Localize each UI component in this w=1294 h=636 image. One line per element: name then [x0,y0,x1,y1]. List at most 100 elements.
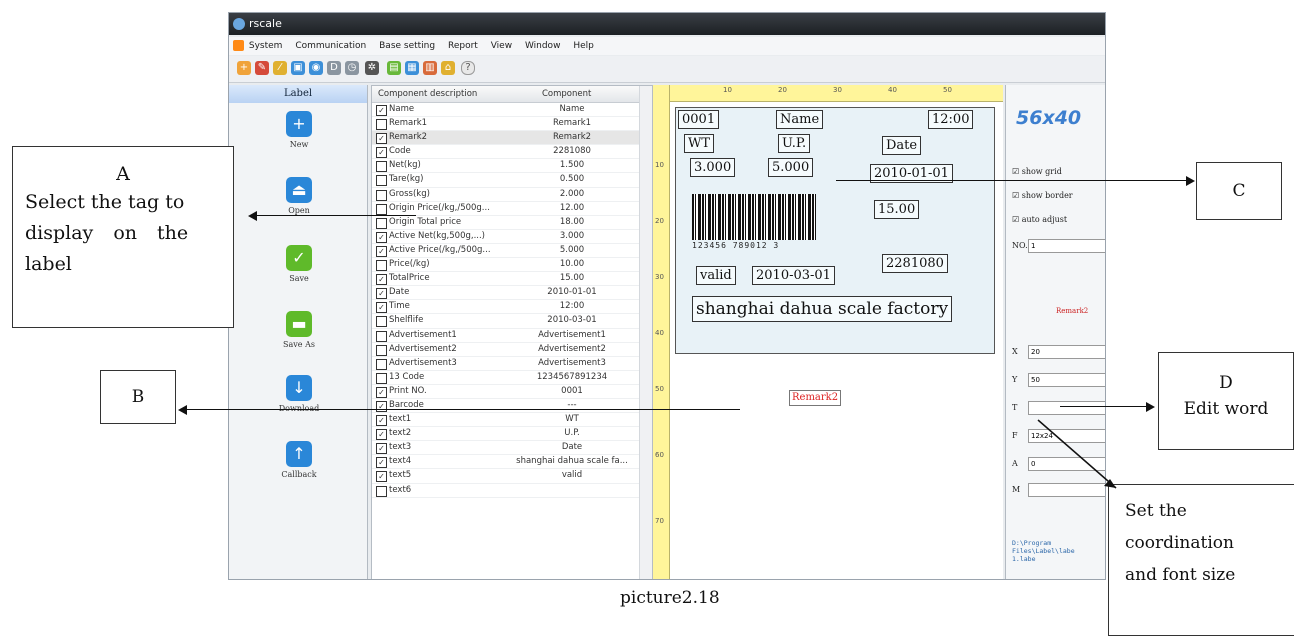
show-grid-checkbox[interactable]: ☑ show grid [1012,167,1062,176]
component-row[interactable]: ✓ Active Price(/kg,/500g... 5.000 [372,244,652,259]
component-row[interactable]: Origin Total price 18.00 [372,216,652,230]
label-print-no[interactable]: 0001 [678,110,720,129]
system-menu-icon[interactable] [233,40,244,51]
home-icon[interactable]: ⌂ [441,61,455,75]
save-as-button[interactable]: ▬ Save As [274,311,324,349]
menu-report[interactable]: Report [448,41,478,51]
component-row[interactable]: text6 [372,484,652,498]
label-name[interactable]: Name [776,110,824,129]
component-checkbox[interactable] [376,485,387,497]
component-checkbox[interactable]: ✓ [376,443,387,455]
menu-help[interactable]: Help [573,41,594,51]
component-row[interactable]: ✓ text5 valid [372,469,652,484]
label-time[interactable]: 12:00 [928,110,974,129]
component-checkbox[interactable] [376,358,387,370]
label-wt[interactable]: WT [684,134,715,153]
component-row[interactable]: ✓ Code 2281080 [372,145,652,160]
component-checkbox[interactable]: ✓ [376,105,387,116]
label-code[interactable]: 2281080 [882,254,948,273]
component-checkbox[interactable] [376,175,387,187]
component-checkbox[interactable] [376,260,387,272]
clock-icon[interactable]: ◷ [345,61,359,75]
label-valid[interactable]: valid [696,266,736,285]
label-total-price[interactable]: 15.00 [874,200,920,219]
component-row[interactable]: ✓ Barcode --- [372,399,652,414]
component-checkbox[interactable]: ✓ [376,245,387,257]
column-header-component[interactable]: Component [542,86,591,102]
document-icon[interactable]: D [327,61,341,75]
component-checkbox[interactable]: ✓ [376,400,387,412]
component-checkbox[interactable] [376,119,387,131]
component-row[interactable]: Origin Price(/kg,/500g... 12.00 [372,202,652,216]
component-checkbox[interactable]: ✓ [376,133,387,145]
component-checkbox[interactable]: ✓ [376,288,387,300]
component-checkbox[interactable]: ✓ [376,274,387,286]
component-checkbox[interactable] [376,344,387,356]
pen-icon[interactable]: ⁄ [273,61,287,75]
database-icon[interactable]: ◉ [309,61,323,75]
component-row[interactable]: Gross(kg) 2.000 [372,188,652,202]
component-row[interactable]: ✓ text1 WT [372,413,652,428]
save-button[interactable]: ✓ Save [274,245,324,283]
menu-window[interactable]: Window [525,41,561,51]
component-row[interactable]: Net(kg) 1.500 [372,159,652,174]
grid-icon[interactable]: ▦ [405,61,419,75]
component-checkbox[interactable]: ✓ [376,457,387,469]
component-row[interactable]: Shelflife 2010-03-01 [372,314,652,329]
component-checkbox[interactable]: ✓ [376,147,387,159]
component-checkbox[interactable]: ✓ [376,302,387,314]
image-icon[interactable]: ▤ [387,61,401,75]
label-unit-price[interactable]: 5.000 [768,158,814,177]
component-row[interactable]: ✓ Name Name [372,103,652,118]
callback-button[interactable]: ↑ Callback [274,441,324,479]
component-checkbox[interactable]: ✓ [376,386,387,398]
label-valid-date[interactable]: 2010-03-01 [752,266,835,285]
label-net-weight[interactable]: 3.000 [690,158,736,177]
settings-icon[interactable]: ✲ [365,61,379,75]
component-checkbox[interactable] [376,217,387,229]
component-checkbox[interactable] [376,316,387,328]
component-row[interactable]: ✓ Date 2010-01-01 [372,286,652,301]
component-checkbox[interactable] [376,372,387,384]
tools-icon[interactable]: ✎ [255,61,269,75]
auto-adjust-checkbox[interactable]: ☑ auto adjust [1012,215,1067,224]
component-row[interactable]: Advertisement1 Advertisement1 [372,329,652,343]
download-button[interactable]: ↓ Download [274,375,324,413]
component-checkbox[interactable] [376,189,387,201]
label-up[interactable]: U.P. [778,134,811,153]
add-icon[interactable]: + [237,61,251,75]
component-checkbox[interactable]: ✓ [376,231,387,243]
component-row[interactable]: Advertisement2 Advertisement2 [372,343,652,357]
component-checkbox[interactable]: ✓ [376,471,387,483]
component-checkbox[interactable]: ✓ [376,415,387,427]
menu-system[interactable]: System [249,41,283,51]
menu-base-setting[interactable]: Base setting [379,41,435,51]
open-button[interactable]: ⏏ Open [274,177,324,215]
column-header-description[interactable]: Component description [378,86,477,102]
menu-communication[interactable]: Communication [295,41,366,51]
no-input[interactable]: 1 [1028,239,1105,253]
label-date-caption[interactable]: Date [882,136,922,155]
monitor-icon[interactable]: ▣ [291,61,305,75]
component-row[interactable]: 13 Code 1234567891234 [372,371,652,385]
component-checkbox[interactable] [376,330,387,342]
component-row[interactable]: Price(/kg) 10.00 [372,258,652,273]
component-row[interactable]: Advertisement3 Advertisement3 [372,357,652,371]
component-row[interactable]: ✓ text2 U.P. [372,427,652,442]
menu-view[interactable]: View [491,41,512,51]
component-row[interactable]: ✓ text3 Date [372,441,652,456]
component-row[interactable]: ✓ Time 12:00 [372,300,652,315]
component-row[interactable]: ✓ Print NO. 0001 [372,385,652,399]
remark2-element[interactable]: Remark2 [789,390,842,406]
label-company[interactable]: shanghai dahua scale factory [692,296,953,322]
show-border-checkbox[interactable]: ☑ show border [1012,191,1073,200]
component-row[interactable]: ✓ Active Net(kg,500g,...) 3.000 [372,230,652,244]
component-row[interactable]: Tare(kg) 0.500 [372,173,652,188]
component-checkbox[interactable] [376,161,387,173]
component-checkbox[interactable] [376,203,387,215]
x-coordinate-input[interactable]: 20 [1028,345,1105,359]
component-row[interactable]: ✓ text4 shanghai dahua scale fa... [372,455,652,470]
help-icon[interactable]: ? [461,61,475,75]
label-barcode[interactable]: 123456 789012 3 [692,194,816,254]
calendar-icon[interactable]: ▥ [423,61,437,75]
